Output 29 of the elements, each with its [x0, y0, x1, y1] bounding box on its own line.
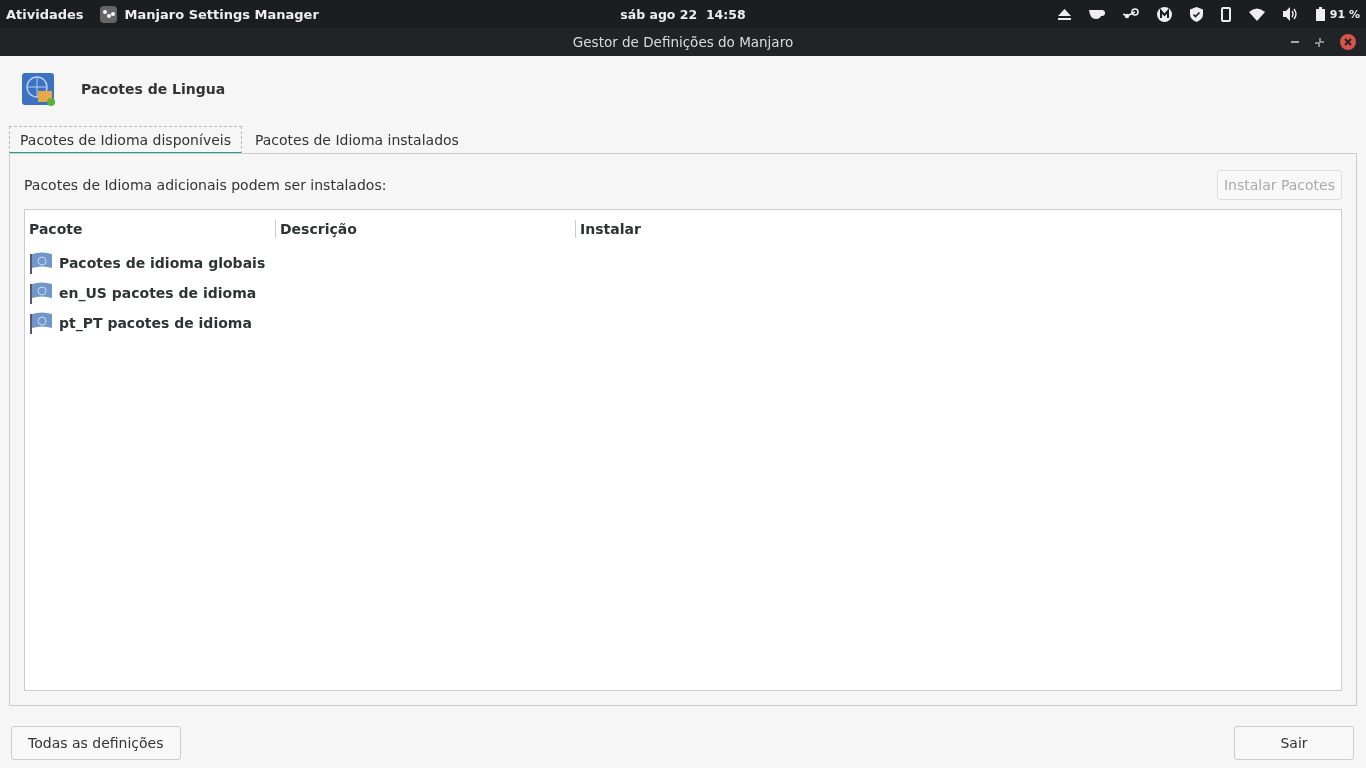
app-menu-button[interactable]: Manjaro Settings Manager: [124, 6, 319, 22]
flag-icon: [29, 282, 53, 304]
tab[interactable]: Pacotes de Idioma instalados: [243, 126, 470, 154]
globe-package-icon: [21, 72, 55, 106]
flag-icon: [29, 252, 53, 274]
clock[interactable]: sáb ago 22 14:58: [457, 6, 909, 22]
cup-icon[interactable]: [1088, 9, 1105, 19]
description-text: Pacotes de Idioma adicionais podem ser instalados:: [24, 176, 387, 193]
wifi-icon[interactable]: [1248, 7, 1265, 21]
column-header[interactable]: Pacote: [25, 220, 275, 238]
column-header[interactable]: Instalar: [575, 220, 1341, 238]
sliders-icon: [99, 5, 117, 23]
package-name[interactable]: Pacotes de idioma globais: [59, 255, 266, 271]
volume-icon[interactable]: [1282, 7, 1298, 21]
column-header[interactable]: Descrição: [275, 220, 575, 238]
eject-icon[interactable]: [1057, 8, 1071, 20]
package-name[interactable]: pt_PT pacotes de idioma: [59, 315, 252, 331]
battery-percentage: 91 %: [1329, 7, 1360, 21]
activities-button[interactable]: Atividades: [6, 6, 84, 22]
shield-icon[interactable]: [1189, 6, 1203, 22]
m-circle-icon[interactable]: [1156, 6, 1172, 22]
package-name[interactable]: en_US pacotes de idioma: [59, 285, 257, 301]
window-title: Gestor de Definições do Manjaro: [572, 34, 794, 50]
battery-icon[interactable]: [1315, 7, 1325, 21]
module-title: Pacotes de Lingua: [81, 81, 226, 97]
close-icon[interactable]: [1340, 34, 1356, 50]
flag-icon: [29, 312, 53, 334]
phone-icon[interactable]: [1220, 6, 1231, 22]
footer-button[interactable]: Todas as definições: [11, 726, 181, 760]
